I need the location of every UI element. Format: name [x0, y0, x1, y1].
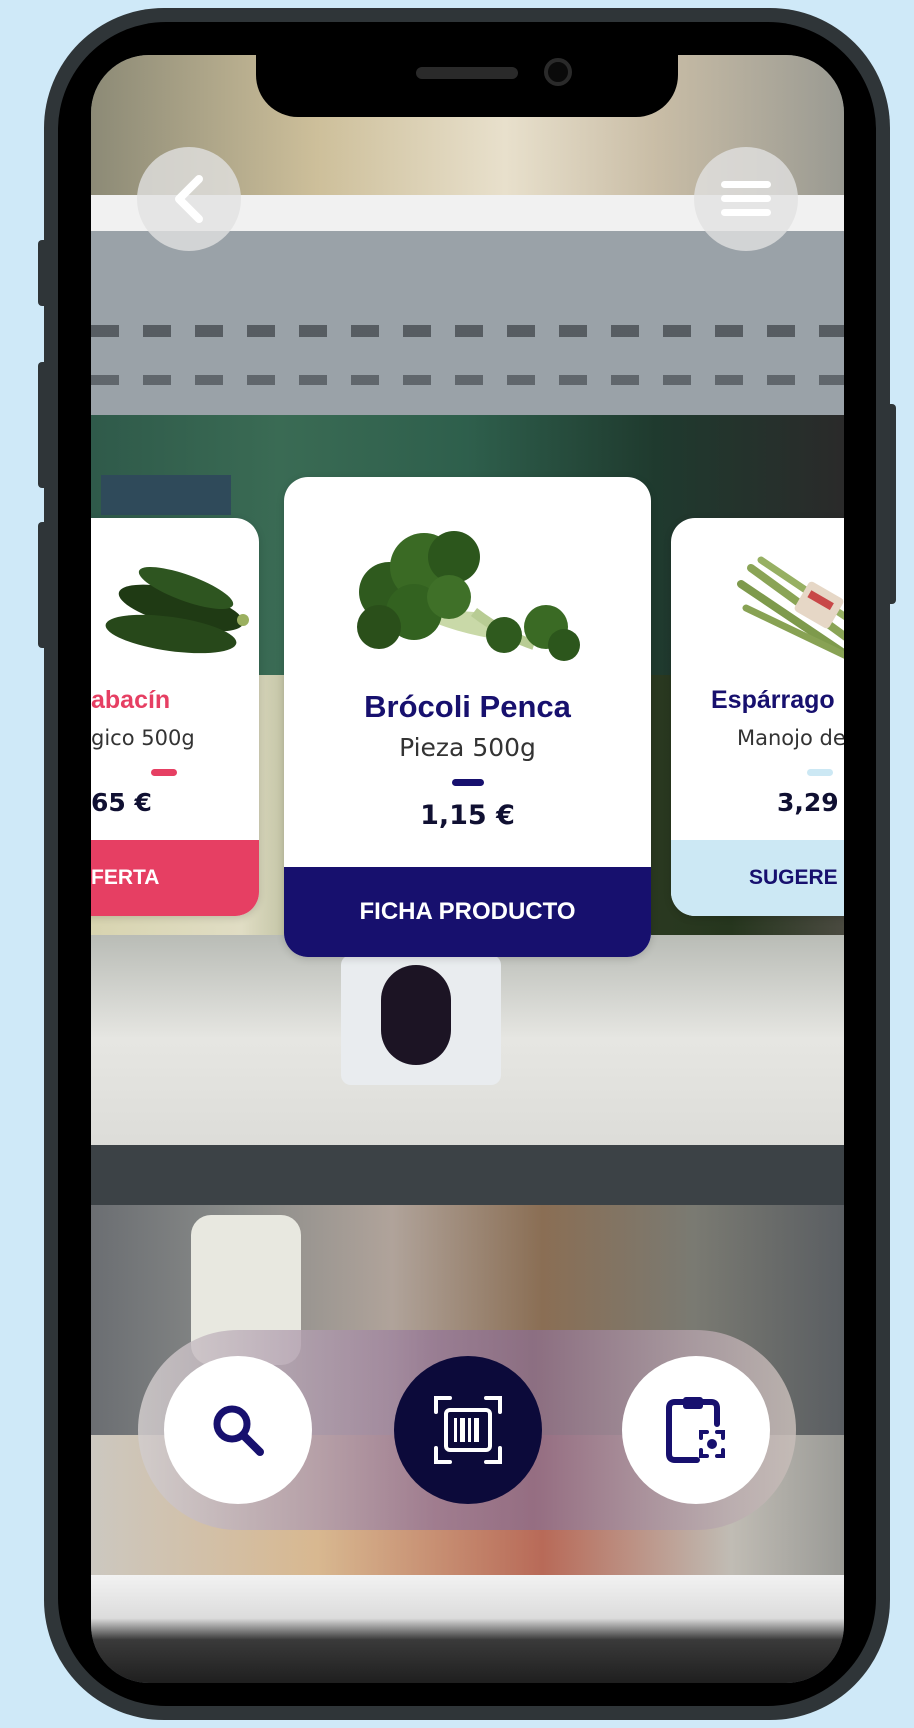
- product-description: Manojo de: [737, 726, 844, 750]
- phone-speaker: [416, 67, 518, 79]
- menu-button[interactable]: [694, 147, 798, 251]
- product-sheet-button[interactable]: FICHA PRODUCTO: [284, 867, 651, 957]
- product-price: 1,15 €: [420, 800, 515, 831]
- product-price: 65 €: [91, 788, 152, 817]
- product-description: gico 500g: [91, 726, 195, 750]
- zucchini-image: [105, 566, 249, 654]
- product-name: Brócoli Penca: [364, 689, 571, 724]
- barcode-scan-button[interactable]: [394, 1356, 542, 1504]
- bottom-action-bar: [138, 1330, 796, 1530]
- search-button[interactable]: [164, 1356, 312, 1504]
- phone-notch: [256, 55, 678, 117]
- offer-button[interactable]: FERTA: [91, 840, 259, 916]
- product-name: abacín: [91, 686, 171, 714]
- hamburger-menu-icon: [721, 181, 771, 216]
- product-divider: [452, 779, 484, 786]
- product-price: 3,29: [777, 788, 839, 817]
- search-icon: [213, 1405, 264, 1456]
- product-divider: [807, 769, 833, 776]
- back-button[interactable]: [137, 147, 241, 251]
- barcode-scan-icon: [434, 1396, 502, 1464]
- suggestions-button[interactable]: SUGERE: [671, 840, 844, 916]
- product-card-broccoli[interactable]: Brócoli Penca Pieza 500g 1,15 € FICHA PR…: [284, 477, 651, 957]
- chevron-left-icon: [175, 175, 203, 223]
- broccoli-image: [357, 531, 580, 661]
- asparagus-image: [737, 556, 844, 659]
- product-card-asparagus[interactable]: Espárrago Manojo de 3,29 SUGERE: [671, 518, 844, 916]
- clipboard-scan-button[interactable]: [622, 1356, 770, 1504]
- clipboard-scan-icon: [666, 1397, 725, 1463]
- product-name: Espárrago: [711, 686, 835, 714]
- phone-front-camera: [544, 58, 572, 86]
- product-card-zucchini[interactable]: abacín gico 500g 65 € FERTA: [91, 518, 259, 916]
- product-description: Pieza 500g: [399, 733, 536, 762]
- product-divider: [151, 769, 177, 776]
